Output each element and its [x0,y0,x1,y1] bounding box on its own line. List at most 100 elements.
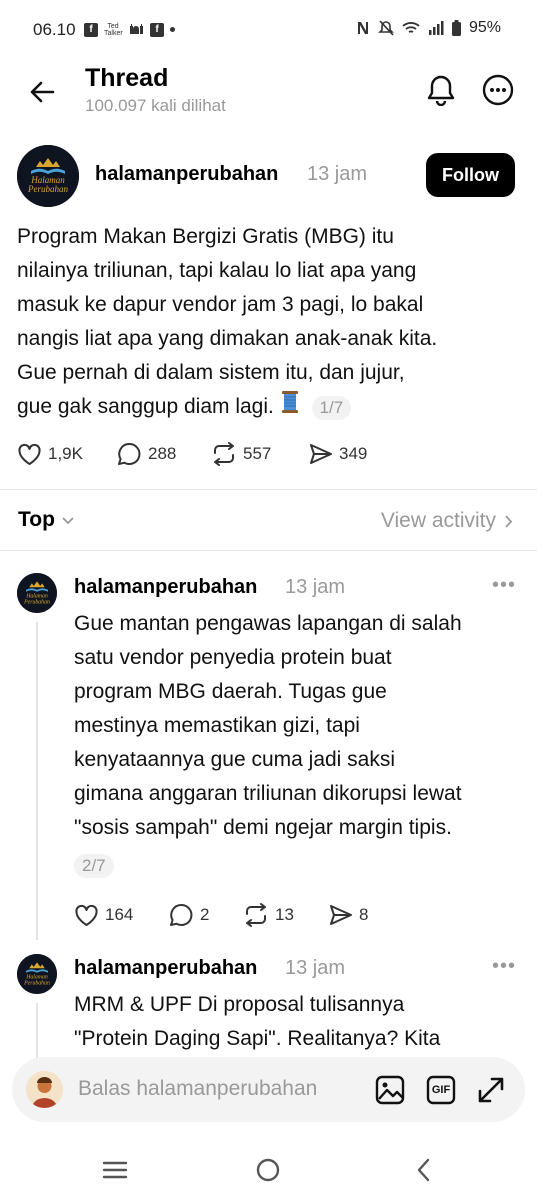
expand-button[interactable] [474,1073,508,1107]
battery-icon [451,20,461,36]
thread-spool-icon [280,390,300,425]
post-line: nilainya triliunan, tapi kalau lo liat a… [17,259,417,282]
thread-connector [36,622,38,940]
like-button[interactable]: 1,9K [17,443,117,466]
reply-line: program MBG daerah. Tugas gue [74,680,387,703]
reply-button[interactable]: 288 [117,442,211,466]
chevron-left-icon [417,1158,430,1182]
signal-icon [428,21,444,35]
reply-text: Gue mantan pengawas lapangan di salah sa… [74,607,529,883]
author-name[interactable]: halamanperubahan [95,163,278,186]
repost-icon [214,442,234,466]
back-button[interactable] [24,74,60,110]
post-line: Program Makan Bergizi Gratis (MBG) itu [17,225,394,248]
battery-level: 95% [468,19,501,36]
reply-actions: 164 2 13 8 [74,903,368,927]
more-options-icon[interactable]: ••• [492,955,516,978]
back-nav-button[interactable] [406,1154,442,1186]
mute-icon [378,20,394,36]
post-actions: 1,9K 288 557 349 [17,442,367,466]
status-time: 06.10 [33,20,76,39]
post-time: 13 jam [285,957,346,979]
share-count: 349 [339,444,368,463]
divider [0,550,537,551]
svg-text:Perubahan: Perubahan [23,980,50,986]
repost-button[interactable]: 13 [243,903,329,927]
divider [0,489,537,490]
thread-connector [36,1003,38,1063]
avatar[interactable]: Halaman Perubahan [17,573,57,613]
reply-composer: GIF [12,1057,525,1122]
reply-text: MRM & UPF Di proposal tulisannya "Protei… [74,988,529,1056]
avatar[interactable]: Halaman Perubahan [17,954,57,994]
image-button[interactable] [373,1073,407,1107]
comment-icon [118,442,141,465]
avatar[interactable]: Halaman Perubahan [17,145,79,207]
reply-line: kenyataannya gue cuma jadi saksi [74,748,396,771]
page-indicator: 1/7 [311,395,352,420]
like-count: 164 [105,905,134,924]
bell-icon [427,75,455,106]
send-icon [330,905,352,925]
post-line: Gue pernah di dalam sistem itu, dan juju… [17,361,405,384]
repost-count: 557 [243,444,272,463]
author-name[interactable]: halamanperubahan [74,957,257,980]
repost-icon [246,903,266,927]
view-count: 100.097 kali dilihat [85,96,226,115]
view-activity-label: View activity [380,509,496,532]
page-indicator: 2/7 [74,854,114,879]
post-time: 13 jam [307,163,368,185]
image-icon [375,1075,405,1105]
nfc-icon [356,20,370,36]
recent-apps-button[interactable] [97,1154,133,1186]
home-button[interactable] [250,1154,286,1186]
reply-count: 288 [148,444,177,463]
reply-button[interactable]: 2 [169,903,243,927]
post-text: Program Makan Bergizi Gratis (MBG) itu n… [17,220,517,425]
gif-label: GIF [431,1084,451,1096]
reply-line: Gue mantan pengawas lapangan di salah [74,612,462,635]
thread-header: Thread 100.097 kali dilihat [0,58,537,136]
svg-text:Halaman: Halaman [25,975,48,981]
arrow-left-icon [30,81,55,103]
repost-button[interactable]: 557 [211,442,309,466]
status-notification-icons: f Ted Talker f [84,20,175,39]
share-button[interactable]: 8 [329,904,368,926]
ted-talker-icon: Ted Talker [104,22,123,37]
like-button[interactable]: 164 [74,904,169,927]
post-time: 13 jam [285,576,346,598]
svg-text:Perubahan: Perubahan [23,599,50,605]
notification-button[interactable] [421,70,461,110]
expand-icon [478,1077,504,1103]
reply-count: 2 [200,905,210,924]
gif-button[interactable]: GIF [424,1073,458,1107]
chevron-down-icon [62,517,74,525]
share-count: 8 [359,905,369,924]
page-title: Thread [85,64,169,92]
more-notifications-dot [170,27,175,32]
reply-line: gimana anggaran triliunan dikorupsi lewa… [74,782,462,805]
status-bar: 06.10 f Ted Talker f 95% [0,0,537,58]
reply-line: satu vendor penyedia protein buat [74,646,392,669]
user-avatar[interactable] [26,1071,63,1108]
sort-dropdown[interactable]: Top [18,508,75,532]
send-icon [310,444,332,464]
more-options-button[interactable] [478,70,518,110]
heart-icon [75,904,98,926]
status-system-icons: 95% [356,19,501,37]
reply-input[interactable] [78,1073,358,1105]
repost-count: 13 [275,905,294,924]
author-name[interactable]: halamanperubahan [74,576,257,599]
facebook-icon: f [84,22,98,37]
system-nav-bar [0,1140,537,1199]
chevron-right-icon [505,514,513,528]
post-line: gue gak sanggup diam lagi. [17,395,274,419]
more-options-icon[interactable]: ••• [492,574,516,597]
follow-button[interactable]: Follow [426,153,515,197]
facebook-icon-2: f [150,22,164,37]
share-button[interactable]: 349 [309,443,367,465]
circle-home-icon [256,1158,280,1182]
view-activity-link[interactable]: View activity [381,509,513,533]
logo-text-2: Perubahan [27,184,68,194]
comment-icon [170,903,193,926]
